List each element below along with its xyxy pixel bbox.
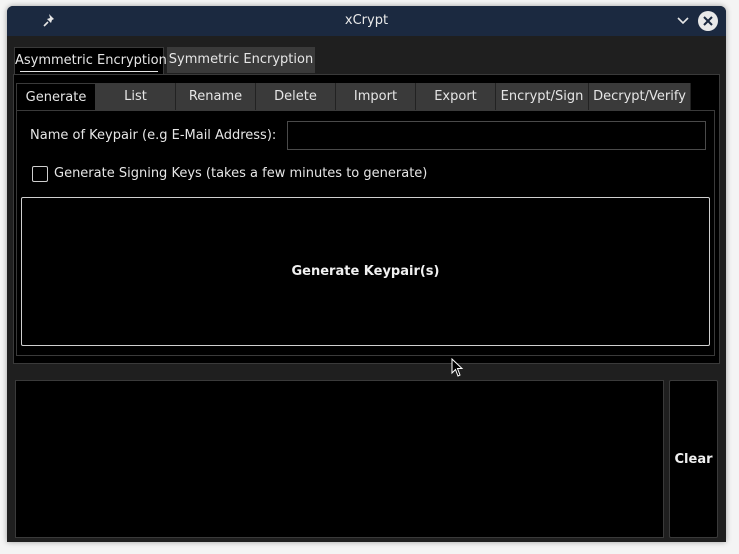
tab-label: Encrypt/Sign: [500, 89, 584, 104]
chevron-down-icon[interactable]: [675, 14, 691, 28]
generate-keypair-button[interactable]: Generate Keypair(s): [21, 197, 710, 346]
tab-asymmetric-encryption[interactable]: Asymmetric Encryption: [14, 47, 167, 75]
signing-keys-label[interactable]: Generate Signing Keys (takes a few minut…: [54, 166, 427, 181]
client-area: Asymmetric Encryption Symmetric Encrypti…: [7, 36, 726, 542]
keypair-name-label: Name of Keypair (e.g E-Mail Address):: [30, 128, 277, 143]
tab-label: Generate: [25, 90, 87, 105]
tab-generate[interactable]: Generate: [16, 83, 96, 111]
signing-keys-checkbox[interactable]: [32, 166, 48, 182]
tab-label: Import: [353, 89, 398, 104]
mouse-cursor-icon: [451, 358, 464, 377]
tab-label: List: [124, 89, 147, 104]
tab-label: Decrypt/Verify: [593, 89, 686, 104]
keypair-name-input[interactable]: [287, 121, 706, 150]
window-title: xCrypt: [344, 13, 389, 28]
title-bar[interactable]: xCrypt: [7, 6, 726, 36]
tab-import[interactable]: Import: [336, 83, 416, 110]
tab-export[interactable]: Export: [416, 83, 496, 110]
tab-rename[interactable]: Rename: [176, 83, 256, 110]
active-tab-underline: [20, 71, 158, 72]
tab-decrypt-verify[interactable]: Decrypt/Verify: [589, 83, 691, 110]
close-button[interactable]: [698, 11, 718, 31]
tab-label: Rename: [188, 89, 243, 104]
tab-encrypt-sign[interactable]: Encrypt/Sign: [496, 83, 589, 110]
tab-label: Delete: [274, 89, 317, 104]
tab-label: Asymmetric Encryption: [15, 53, 167, 68]
tab-list[interactable]: List: [96, 83, 176, 110]
tab-label: Symmetric Encryption: [168, 52, 314, 67]
output-log[interactable]: [15, 380, 664, 538]
generate-panel: Name of Keypair (e.g E-Mail Address): Ge…: [16, 110, 715, 356]
tab-symmetric-encryption[interactable]: Symmetric Encryption: [167, 47, 315, 73]
clear-button[interactable]: Clear: [669, 380, 718, 538]
app-window: xCrypt Asymmetric Encryption Symmetric E…: [7, 6, 726, 542]
close-icon: [703, 16, 713, 26]
asymmetric-panel: Generate List Rename Delete Import Expor…: [13, 74, 720, 364]
tab-delete[interactable]: Delete: [256, 83, 336, 110]
tab-label: Export: [434, 89, 477, 104]
